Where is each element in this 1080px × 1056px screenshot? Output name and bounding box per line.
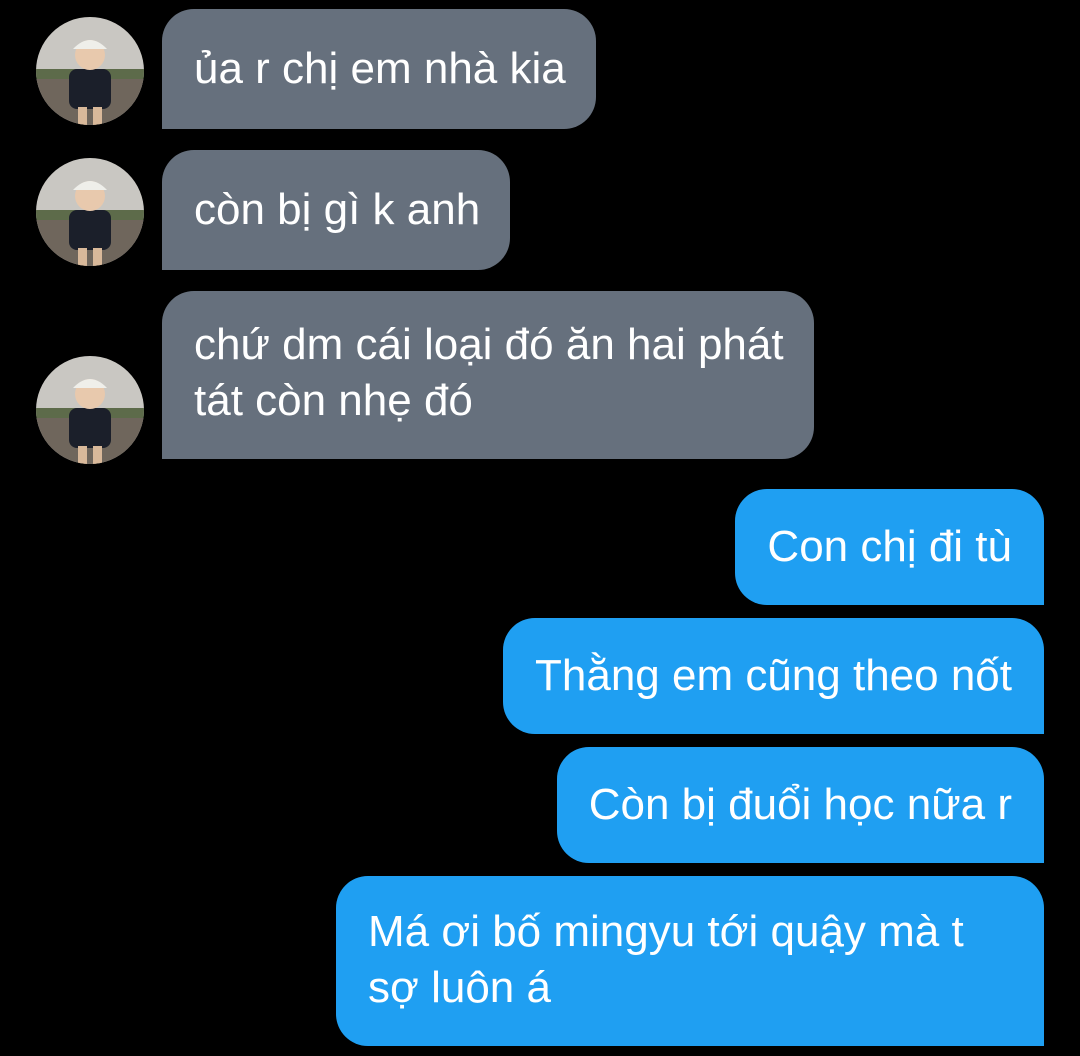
message-text-line: tát còn nhẹ đó: [194, 376, 473, 425]
incoming-message[interactable]: ủa r chị em nhà kia: [162, 9, 596, 129]
incoming-message[interactable]: còn bị gì k anh: [162, 150, 511, 270]
message-text: ủa r chị em nhà kia: [194, 44, 566, 93]
chat-thread: ủa r chị em nhà kia còn bị gì k anh chứ …: [0, 0, 1080, 1056]
message-text: Còn bị đuổi học nữa r: [588, 780, 1012, 829]
message-text-line: sợ luôn á: [368, 963, 551, 1012]
contact-avatar[interactable]: [36, 158, 144, 266]
outgoing-message[interactable]: Má ơi bố mingyu tới quậy mà t sợ luôn á: [336, 876, 1044, 1046]
message-text: còn bị gì k anh: [194, 185, 481, 234]
message-text: Con chị đi tù: [767, 522, 1012, 571]
message-text-line: chứ dm cái loại đó ăn hai phát: [194, 320, 784, 369]
avatar-photo-icon: [36, 356, 144, 464]
avatar-photo-icon: [36, 158, 144, 266]
outgoing-message[interactable]: Con chị đi tù: [735, 489, 1044, 605]
outgoing-message[interactable]: Thằng em cũng theo nốt: [503, 618, 1044, 734]
avatar-photo-icon: [36, 17, 144, 125]
incoming-message[interactable]: chứ dm cái loại đó ăn hai phát tát còn n…: [162, 291, 814, 459]
contact-avatar[interactable]: [36, 356, 144, 464]
message-text: Thằng em cũng theo nốt: [535, 651, 1012, 700]
message-text-line: Má ơi bố mingyu tới quậy mà t: [368, 907, 964, 956]
contact-avatar[interactable]: [36, 17, 144, 125]
outgoing-message[interactable]: Còn bị đuổi học nữa r: [556, 747, 1044, 863]
